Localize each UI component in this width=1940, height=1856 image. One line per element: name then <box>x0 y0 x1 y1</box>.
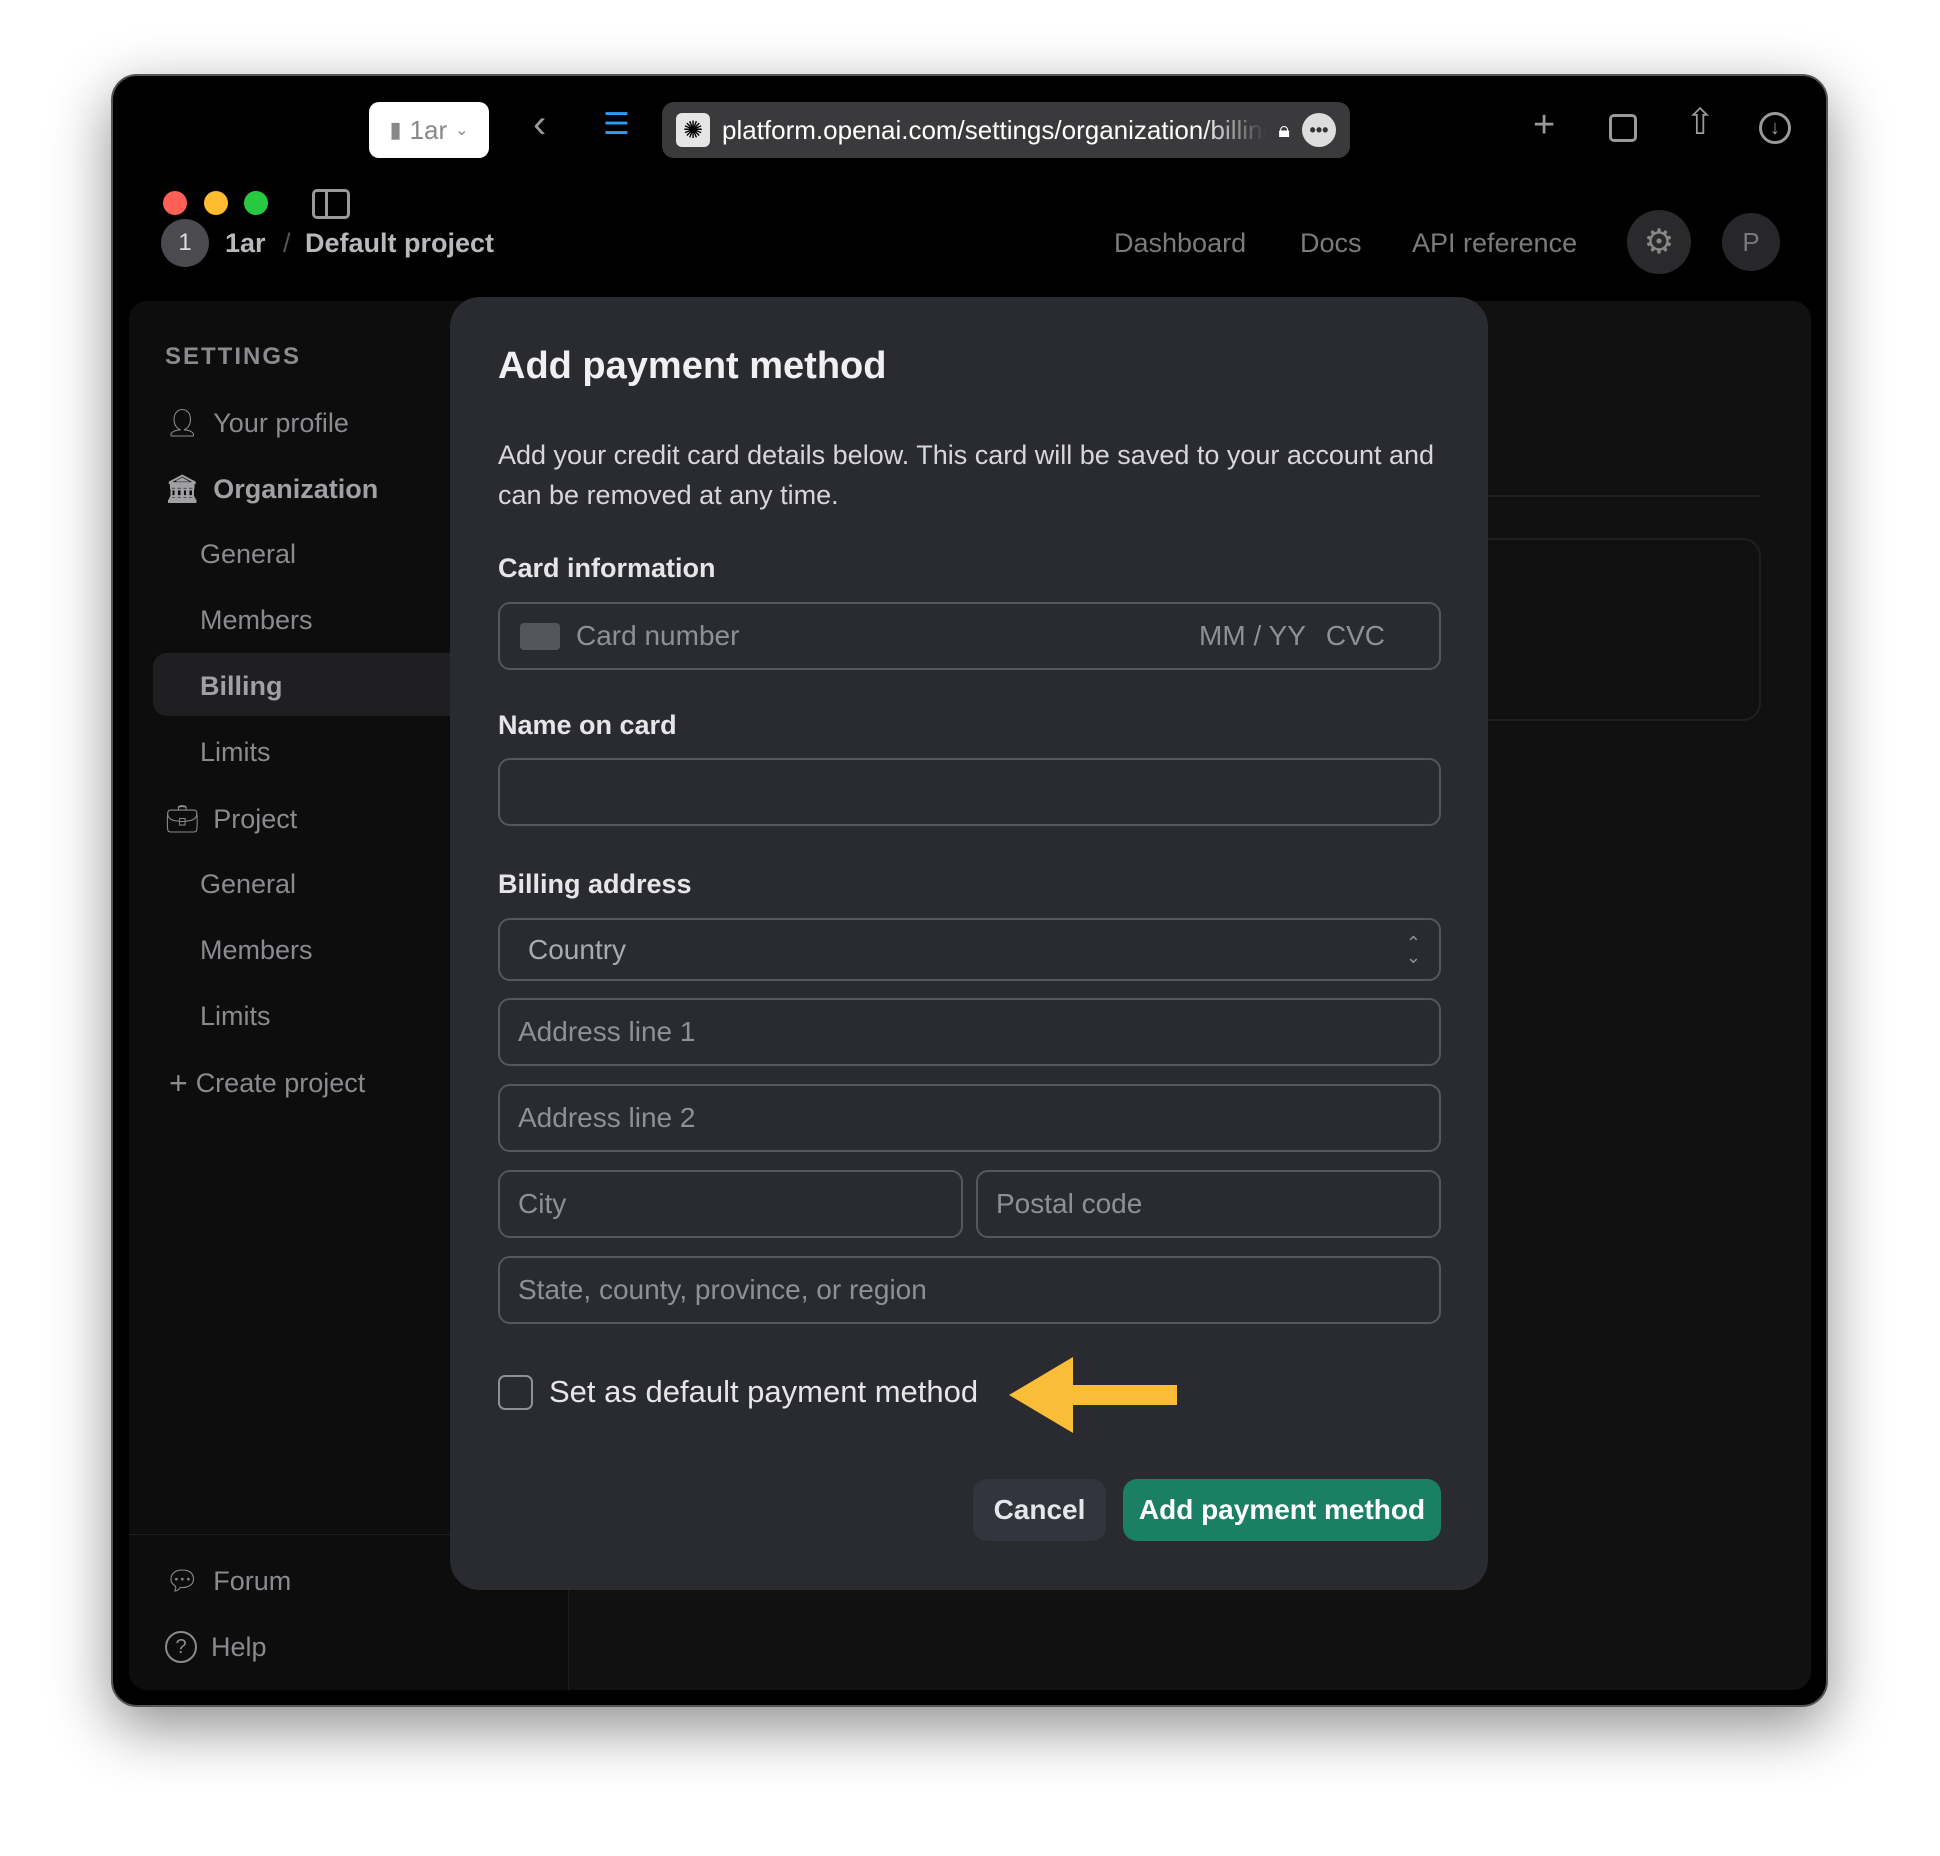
tab-group-button[interactable]: ▮ 1ar ⌄ <box>369 102 489 158</box>
chevron-down-icon: ⌄ <box>455 122 469 139</box>
cancel-button[interactable]: Cancel <box>973 1479 1106 1541</box>
close-window-button[interactable] <box>163 191 187 215</box>
address-bar[interactable]: ✺ platform.openai.com/settings/organizat… <box>662 102 1350 158</box>
address-line-1-placeholder: Address line 1 <box>518 1016 696 1047</box>
expiry-placeholder[interactable]: MM / YY <box>1199 620 1306 652</box>
sidebar-item-project[interactable]: 💼︎ Project <box>165 803 297 835</box>
nav-dashboard[interactable]: Dashboard <box>1114 228 1246 259</box>
sidebar-heading: SETTINGS <box>165 343 302 370</box>
minimize-window-button[interactable] <box>204 191 228 215</box>
person-icon: 👤︎ <box>165 408 200 438</box>
sidebar-item-your-profile[interactable]: 👤︎ Your profile <box>165 407 349 439</box>
name-on-card-input[interactable] <box>498 758 1441 826</box>
nav-api-reference[interactable]: API reference <box>1412 228 1577 259</box>
openai-logo-icon: ✺ <box>676 113 710 147</box>
country-placeholder: Country <box>528 933 627 965</box>
postal-code-placeholder: Postal code <box>996 1188 1143 1219</box>
sidebar-item-org-limits[interactable]: Limits <box>200 737 271 768</box>
sidebar-item-label: Project <box>213 803 298 834</box>
billing-address-label: Billing address <box>498 869 692 899</box>
state-region-placeholder: State, county, province, or region <box>518 1274 927 1305</box>
cvc-placeholder[interactable]: CVC <box>1326 620 1385 652</box>
credit-card-icon <box>520 622 560 650</box>
plus-icon: + <box>169 1065 188 1101</box>
org-name[interactable]: 1ar <box>225 228 266 259</box>
tab-group-label: 1ar <box>409 114 448 145</box>
default-payment-label[interactable]: Set as default payment method <box>549 1374 978 1410</box>
sidebar-item-org-members[interactable]: Members <box>200 605 313 636</box>
project-name[interactable]: Default project <box>305 228 494 259</box>
lock-icon: 🔒︎ <box>1278 117 1290 142</box>
state-region-input[interactable]: State, county, province, or region <box>498 1256 1441 1324</box>
org-badge[interactable]: 1 <box>161 219 209 267</box>
sidebar-item-organization[interactable]: 🏛︎ Organization <box>165 473 378 505</box>
create-project-button[interactable]: + Create project <box>169 1065 365 1102</box>
name-on-card-label: Name on card <box>498 710 677 740</box>
chat-bubbles-icon: 💬︎ <box>165 1566 200 1596</box>
person-badge-icon: ▮ <box>389 117 402 142</box>
card-number-placeholder: Card number <box>576 620 740 651</box>
card-info-input[interactable]: Card number MM / YY CVC <box>498 602 1441 670</box>
url-text: platform.openai.com/settings/organizatio… <box>722 114 1267 145</box>
chevron-up-down-icon: ⌃ ⌄ <box>1405 932 1421 967</box>
sidebar-item-label: Help <box>211 1631 267 1662</box>
building-icon: 🏛︎ <box>165 474 200 504</box>
back-icon[interactable]: ‹ <box>533 104 546 144</box>
share-icon[interactable]: ⇧ <box>1685 104 1715 140</box>
dialog-title: Add payment method <box>498 345 887 387</box>
maximize-window-button[interactable] <box>244 191 268 215</box>
postal-code-input[interactable]: Postal code <box>976 1170 1441 1238</box>
download-icon[interactable]: ↓ <box>1759 112 1791 144</box>
country-select[interactable]: Country ⌃ ⌄ <box>498 918 1441 981</box>
sidebar-item-project-general[interactable]: General <box>200 869 296 900</box>
tabs-overview-icon[interactable] <box>1609 114 1637 142</box>
more-icon[interactable]: ••• <box>1302 113 1336 147</box>
sidebar-item-label: Your profile <box>213 407 349 438</box>
nav-docs[interactable]: Docs <box>1300 228 1362 259</box>
add-payment-method-dialog: Add payment method Add your credit card … <box>450 297 1488 1590</box>
settings-gear-icon[interactable]: ⚙ <box>1627 210 1691 274</box>
sidebar-item-org-general[interactable]: General <box>200 539 296 570</box>
avatar[interactable]: P <box>1722 213 1780 271</box>
create-project-label: Create project <box>195 1068 366 1098</box>
sidebar-item-project-members[interactable]: Members <box>200 935 313 966</box>
sidebar-item-label: Organization <box>213 473 379 504</box>
address-line-2-placeholder: Address line 2 <box>518 1102 696 1133</box>
breadcrumb-separator: / <box>283 228 291 258</box>
extension-icon[interactable]: ☰ <box>603 110 630 140</box>
new-tab-icon[interactable]: + <box>1533 106 1555 144</box>
sidebar-toggle-icon[interactable] <box>312 189 350 219</box>
card-info-label: Card information <box>498 553 716 583</box>
address-line-2-input[interactable]: Address line 2 <box>498 1084 1441 1152</box>
dialog-description: Add your credit card details below. This… <box>498 440 1435 510</box>
add-payment-method-button[interactable]: Add payment method <box>1123 1479 1441 1541</box>
sidebar-item-help[interactable]: ? Help <box>165 1631 267 1663</box>
sidebar-item-org-billing[interactable]: Billing <box>200 671 283 702</box>
briefcase-icon: 💼︎ <box>165 804 200 834</box>
city-placeholder: City <box>518 1188 567 1219</box>
sidebar-item-project-limits[interactable]: Limits <box>200 1001 271 1032</box>
sidebar-item-forum[interactable]: 💬︎ Forum <box>165 1565 291 1597</box>
sidebar-item-label: Forum <box>213 1565 292 1596</box>
city-input[interactable]: City <box>498 1170 963 1238</box>
help-circle-icon: ? <box>165 1631 197 1663</box>
default-payment-checkbox[interactable] <box>498 1375 533 1410</box>
address-line-1-input[interactable]: Address line 1 <box>498 998 1441 1066</box>
annotation-arrow-icon <box>1009 1357 1177 1433</box>
